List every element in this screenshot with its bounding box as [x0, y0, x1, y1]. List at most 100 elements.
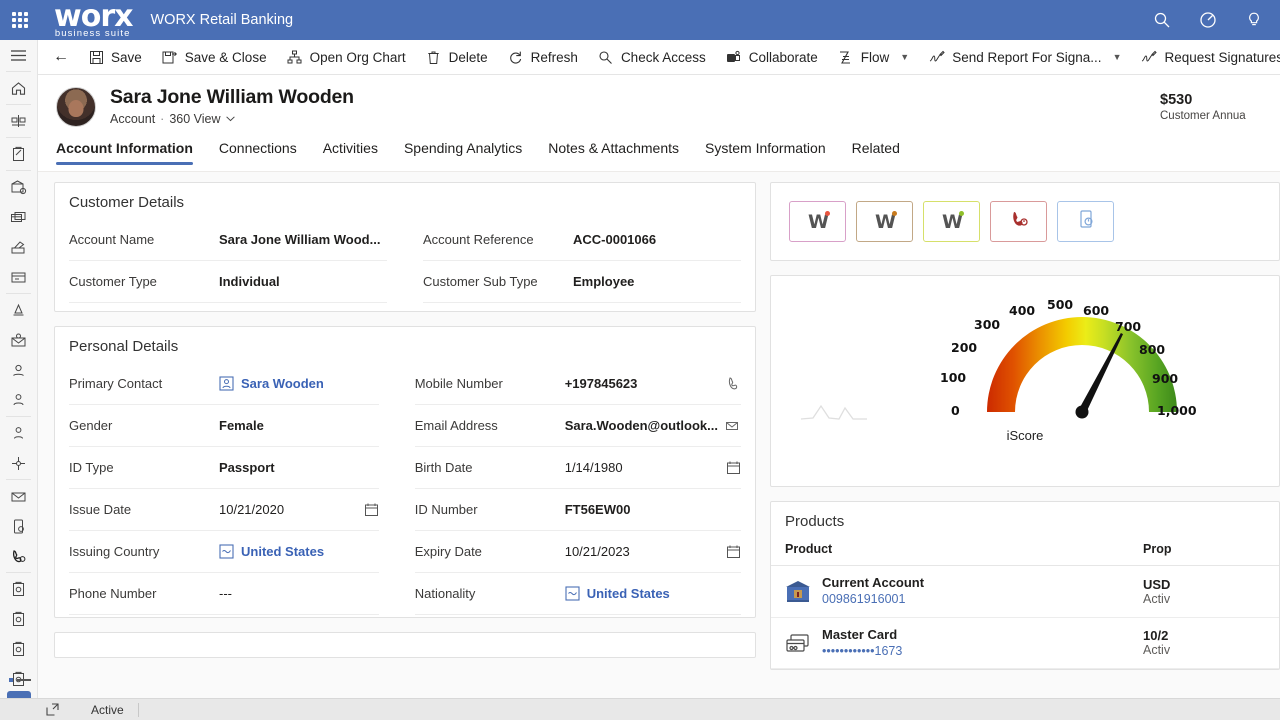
- sidebar-item-location[interactable]: [0, 355, 37, 385]
- request-signatures-button[interactable]: Request Signatures ▼: [1131, 41, 1280, 73]
- iscore-gauge: 0 100 200 300 400 500 600 700 800 900 1,…: [967, 290, 1197, 445]
- sidebar-item-deposit[interactable]: [0, 232, 37, 262]
- save-button[interactable]: Save: [78, 41, 152, 73]
- quick-action-2[interactable]: W: [856, 201, 913, 242]
- email-icon[interactable]: [725, 418, 741, 433]
- flow-button[interactable]: Flow ▼: [828, 41, 919, 73]
- check-access-button[interactable]: Check Access: [588, 41, 716, 73]
- product-number[interactable]: ••••••••••••1673: [822, 643, 902, 659]
- tab-spending-analytics[interactable]: Spending Analytics: [391, 138, 535, 165]
- sidebar-item-settings-3[interactable]: [0, 634, 37, 664]
- search-icon[interactable]: [1152, 10, 1172, 30]
- brand-logo[interactable]: worx business suite: [54, 2, 132, 39]
- field-primary-contact[interactable]: Primary Contact Sara Wooden: [69, 363, 379, 405]
- field-id-number[interactable]: ID Number FT56EW00: [415, 489, 741, 531]
- field-customer-sub-type[interactable]: Customer Sub Type Employee: [423, 261, 741, 303]
- tab-connections[interactable]: Connections: [206, 138, 310, 165]
- tab-notes-attachments[interactable]: Notes & Attachments: [535, 138, 692, 165]
- brand-tagline: business suite: [54, 29, 132, 39]
- chevron-down-icon[interactable]: ▼: [900, 52, 909, 62]
- sidebar-item-atm[interactable]: [0, 262, 37, 292]
- sidebar-item-mail[interactable]: [0, 325, 37, 355]
- rail-divider: [6, 104, 31, 105]
- gauge-tick-900: 900: [1152, 371, 1178, 386]
- collaborate-button[interactable]: Collaborate: [716, 41, 828, 73]
- field-nationality[interactable]: Nationality United States: [415, 573, 741, 615]
- lightbulb-icon[interactable]: [1244, 10, 1264, 30]
- rail-pin-dot: [9, 678, 13, 682]
- field-expiry-date[interactable]: Expiry Date 10/21/2023: [415, 531, 741, 573]
- quick-action-1[interactable]: W: [789, 201, 846, 242]
- quick-action-call[interactable]: [990, 201, 1047, 242]
- field-text: 10/21/2020: [219, 502, 284, 517]
- calendar-icon[interactable]: [726, 544, 741, 559]
- field-issuing-country[interactable]: Issuing Country United States: [69, 531, 379, 573]
- field-id-type[interactable]: ID Type Passport: [69, 447, 379, 489]
- sidebar-item-settings-1[interactable]: [0, 574, 37, 604]
- field-mobile-number[interactable]: Mobile Number +197845623: [415, 363, 741, 405]
- field-link-text: Sara Wooden: [241, 376, 324, 391]
- back-button[interactable]: ←: [44, 41, 78, 73]
- delete-button[interactable]: Delete: [416, 41, 498, 73]
- field-account-reference[interactable]: Account Reference ACC-0001066: [423, 219, 741, 261]
- field-value[interactable]: United States: [219, 544, 379, 559]
- sidebar-item-home[interactable]: [0, 73, 37, 103]
- sidebar-item-inbox[interactable]: [0, 481, 37, 511]
- status-dot: [892, 211, 897, 216]
- field-birth-date[interactable]: Birth Date 1/14/1980: [415, 447, 741, 489]
- field-label: Email Address: [415, 418, 565, 433]
- save-and-close-button[interactable]: Save & Close: [152, 41, 277, 73]
- header-kpi-value: $530: [1160, 92, 1280, 108]
- table-row[interactable]: Current Account 009861916001 USD Activ: [771, 566, 1279, 618]
- quick-action-mobile[interactable]: [1057, 201, 1114, 242]
- gauge-tick-200: 200: [951, 340, 977, 355]
- sidebar-item-dashboard[interactable]: [0, 106, 37, 136]
- send-report-for-signature-button[interactable]: Send Report For Signa... ▼: [919, 41, 1131, 73]
- form-right-column: W W W: [756, 172, 1280, 698]
- sidebar-item-mobile[interactable]: [0, 511, 37, 541]
- rail-pin-handle[interactable]: [9, 678, 31, 682]
- field-value[interactable]: Sara Wooden: [219, 376, 379, 391]
- product-number[interactable]: 009861916001: [822, 591, 924, 607]
- tab-activities[interactable]: Activities: [310, 138, 391, 165]
- quick-action-3[interactable]: W: [923, 201, 980, 242]
- history-icon[interactable]: [1198, 10, 1218, 30]
- view-selector[interactable]: 360 View: [169, 112, 234, 126]
- calendar-icon[interactable]: [364, 502, 379, 517]
- field-phone-number[interactable]: Phone Number ---: [69, 573, 379, 615]
- refresh-button[interactable]: Refresh: [498, 41, 588, 73]
- chevron-down-icon[interactable]: ▼: [1113, 52, 1122, 62]
- sidebar-item-alerts[interactable]: [0, 295, 37, 325]
- sidebar-item-phone[interactable]: [0, 541, 37, 571]
- calendar-icon[interactable]: [726, 460, 741, 475]
- field-value[interactable]: United States: [565, 586, 741, 601]
- app-launcher-icon[interactable]: [0, 0, 40, 40]
- open-org-chart-button[interactable]: Open Org Chart: [277, 41, 416, 73]
- column-header-product[interactable]: Product: [771, 538, 1129, 566]
- sidebar-item-network[interactable]: [0, 448, 37, 478]
- popout-icon[interactable]: [46, 703, 59, 716]
- field-issue-date[interactable]: Issue Date 10/21/2020: [69, 489, 379, 531]
- sidebar-item-team[interactable]: [0, 385, 37, 415]
- field-email-address[interactable]: Email Address Sara.Wooden@outlook...: [415, 405, 741, 447]
- phone-icon[interactable]: [726, 376, 741, 391]
- tab-account-information[interactable]: Account Information: [56, 138, 206, 165]
- field-gender[interactable]: Gender Female: [69, 405, 379, 447]
- sidebar-item-cards[interactable]: [0, 202, 37, 232]
- column-header-properties[interactable]: Prop: [1129, 538, 1279, 566]
- sidebar-item-settings-2[interactable]: [0, 604, 37, 634]
- field-value: FT56EW00: [565, 502, 741, 517]
- sidebar-item-tasks[interactable]: [0, 139, 37, 169]
- sidebar-item-contacts[interactable]: [0, 418, 37, 448]
- field-customer-type[interactable]: Customer Type Individual: [69, 261, 387, 303]
- tab-related[interactable]: Related: [839, 138, 913, 165]
- hamburger-icon[interactable]: [0, 40, 37, 70]
- table-row[interactable]: Master Card ••••••••••••1673 10/2 Activ: [771, 617, 1279, 669]
- rail-divider: [6, 479, 31, 480]
- tab-bar: Account Information Connections Activiti…: [38, 138, 1280, 172]
- sidebar-item-branch[interactable]: [0, 172, 37, 202]
- field-value: 10/21/2023: [565, 544, 741, 559]
- field-account-name[interactable]: Account Name Sara Jone William Wood...: [69, 219, 387, 261]
- tab-system-information[interactable]: System Information: [692, 138, 839, 165]
- avatar[interactable]: [56, 87, 96, 127]
